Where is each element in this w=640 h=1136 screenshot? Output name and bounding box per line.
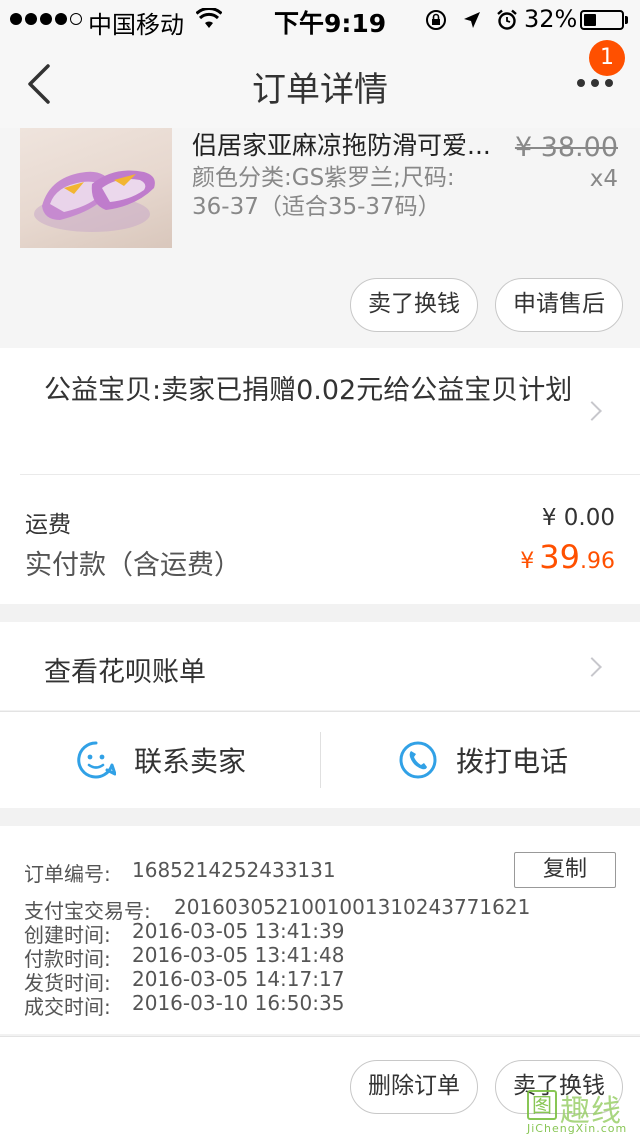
paid-decimal: .96 bbox=[580, 549, 615, 574]
battery-percentage: 32% bbox=[524, 5, 578, 33]
product-spec: 颜色分类:GS紫罗兰;尺码: 36-37（适合35-37码） bbox=[192, 165, 455, 220]
status-time: 下午9:19 bbox=[274, 9, 387, 38]
product-quantity: x4 bbox=[589, 166, 618, 192]
alipay-trade-number: 2016030521001001310243771621 bbox=[174, 895, 531, 919]
order-number: 1685214252433131 bbox=[132, 858, 336, 882]
sell-for-cash-button[interactable]: 卖了换钱 bbox=[350, 278, 478, 332]
watermark-url: JiChengXin.com bbox=[527, 1122, 628, 1135]
huabei-bill-link[interactable]: 查看花呗账单 bbox=[44, 650, 206, 689]
copy-button[interactable]: 复制 bbox=[514, 852, 616, 888]
page-title: 订单详情 bbox=[252, 70, 388, 110]
divider bbox=[320, 732, 321, 788]
paid-integer: 39 bbox=[539, 538, 580, 576]
contact-seller-label: 联系卖家 bbox=[134, 745, 247, 778]
product-price: ¥ 38.00 bbox=[514, 132, 618, 163]
after-sale-button[interactable]: 申请售后 bbox=[495, 278, 623, 332]
paid-amount-value: ¥ 39.96 bbox=[440, 538, 615, 576]
created-time: 2016-03-05 13:41:39 bbox=[132, 919, 345, 943]
more-icon bbox=[577, 79, 585, 87]
divider bbox=[20, 474, 640, 475]
product-name[interactable]: 侣居家亚麻凉拖防滑可爱... bbox=[192, 126, 492, 162]
completion-time: 2016-03-10 16:50:35 bbox=[132, 991, 345, 1015]
freight-value: ¥ 0.00 bbox=[541, 505, 615, 531]
signal-strength-icon bbox=[10, 13, 82, 25]
contact-seller-button[interactable]: 联系卖家 bbox=[76, 740, 246, 780]
wifi-icon bbox=[195, 6, 223, 34]
carrier-name: 中国移动 bbox=[88, 11, 184, 39]
watermark-logo: 图 bbox=[527, 1090, 557, 1120]
freight-label: 运费 bbox=[25, 512, 71, 538]
product-image[interactable] bbox=[20, 128, 172, 248]
rotation-lock-icon bbox=[426, 10, 446, 30]
paid-amount-label: 实付款（含运费） bbox=[25, 550, 241, 581]
call-phone-label: 拨打电话 bbox=[456, 745, 569, 778]
phone-icon bbox=[399, 741, 437, 779]
charity-notice[interactable]: 公益宝贝:卖家已捐赠0.02元给公益宝贝计划 bbox=[44, 374, 584, 408]
smiley-chat-icon bbox=[77, 741, 116, 779]
payment-time: 2016-03-05 13:41:48 bbox=[132, 943, 345, 967]
alarm-icon bbox=[497, 9, 517, 30]
shipping-time: 2016-03-05 14:17:17 bbox=[132, 967, 345, 991]
call-phone-button[interactable]: 拨打电话 bbox=[398, 740, 568, 780]
order-number-label: 订单编号: bbox=[24, 862, 111, 886]
notification-badge: 1 bbox=[589, 40, 625, 76]
battery-icon bbox=[580, 10, 624, 30]
location-icon bbox=[464, 12, 480, 28]
delete-order-button[interactable]: 删除订单 bbox=[350, 1060, 478, 1114]
currency-symbol: ¥ bbox=[520, 549, 535, 574]
completion-time-label: 成交时间: bbox=[24, 995, 111, 1019]
